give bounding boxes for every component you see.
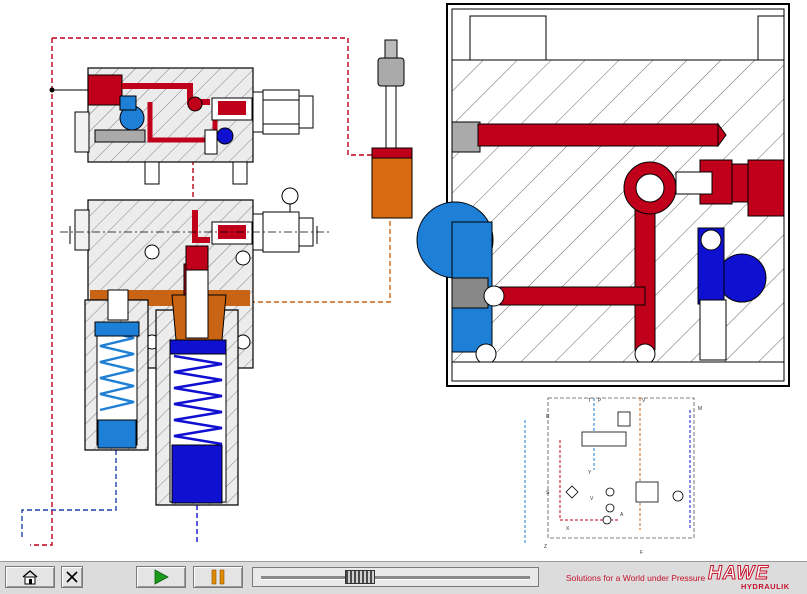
schematic-label: X — [566, 526, 570, 532]
schematic-label: Y — [588, 470, 592, 476]
schematic-label: V — [590, 496, 594, 502]
slider-thumb[interactable] — [345, 570, 375, 584]
play-button[interactable] — [136, 566, 186, 588]
progress-slider[interactable] — [252, 567, 539, 587]
schematic-label: M — [698, 406, 702, 412]
slider-groove — [261, 576, 530, 580]
schematic-label: V — [642, 398, 646, 404]
detail-zoom-panel — [416, 3, 790, 387]
hawe-logo: HAWE HYDRAULIK — [706, 564, 794, 592]
home-button[interactable] — [5, 566, 55, 588]
schematic-label: S — [546, 490, 550, 496]
player-toolbar: Solutions for a World under Pressure HAW… — [0, 561, 807, 594]
hydraulic-schematic: T P V M R S Y V A X F Z — [524, 397, 702, 556]
logo-wordmark: HAWE — [708, 563, 769, 584]
schematic-label: P — [598, 398, 602, 404]
pause-button[interactable] — [193, 566, 243, 588]
company-slogan: Solutions for a World under Pressure — [566, 573, 706, 583]
valve-assembly — [21, 37, 391, 546]
pilot-line-left — [30, 38, 53, 546]
close-icon — [66, 571, 78, 583]
schematic-label: F — [640, 550, 643, 556]
schematic-label: A — [620, 512, 624, 518]
load-cylinder — [371, 39, 413, 219]
close-button[interactable] — [61, 566, 83, 588]
tank-line-blue — [21, 450, 117, 540]
pause-icon — [211, 569, 225, 585]
schematic-label: R — [546, 414, 550, 420]
home-icon — [22, 570, 38, 585]
logo-subtitle: HYDRAULIK — [741, 582, 790, 591]
schematic-label: Z — [544, 544, 547, 550]
schematic-label: T — [588, 398, 591, 404]
hydraulic-animation-canvas: T P V M R S Y V A X F Z — [21, 3, 790, 556]
play-icon — [154, 569, 169, 585]
